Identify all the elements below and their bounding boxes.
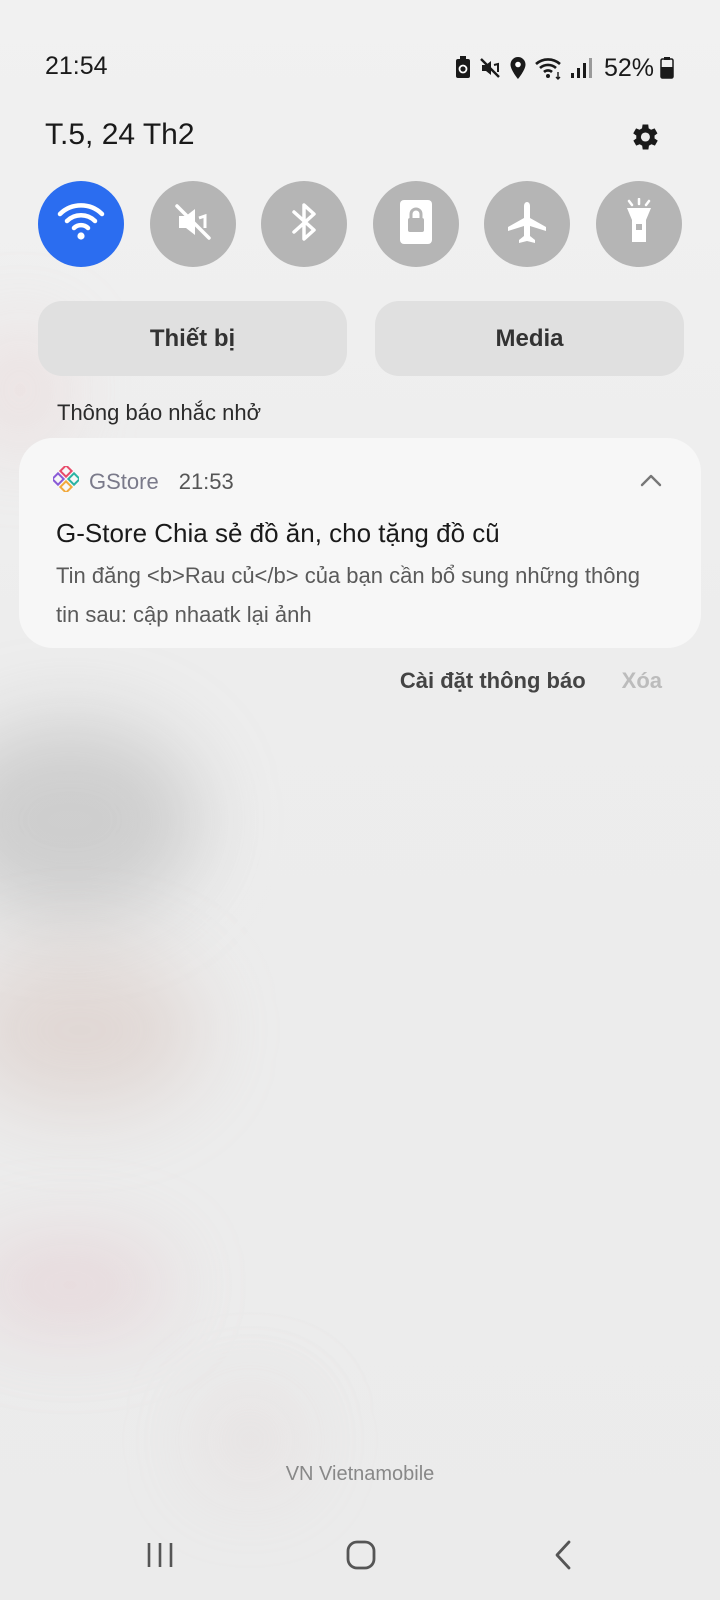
gear-icon[interactable] (625, 118, 663, 156)
airplane-mode-toggle[interactable] (484, 181, 571, 267)
flashlight-icon (621, 197, 657, 251)
notification-app-name: GStore (89, 468, 159, 494)
notification-body: Tin đăng <b>Rau củ</b> của bạn cần bổ su… (56, 563, 640, 627)
battery-percent: 52% (603, 53, 654, 82)
carrier-label: VN Vietnamobile (285, 1463, 435, 1485)
media-button[interactable]: Media (375, 301, 684, 376)
notification-card[interactable]: GStore 21:53 G-Store Chia sẻ đồ ăn, cho … (19, 438, 701, 648)
navigation-bar (0, 1520, 720, 1600)
bluetooth-icon (286, 200, 322, 249)
devices-button[interactable]: Thiết bị (38, 301, 347, 376)
rotation-lock-toggle[interactable] (372, 181, 459, 267)
battery-saver-icon (454, 54, 472, 82)
sound-toggle[interactable] (149, 181, 236, 267)
flashlight-toggle[interactable] (595, 181, 682, 267)
notification-actions: Cài đặt thông báo Xóa (400, 668, 662, 694)
airplane-icon (503, 198, 551, 251)
date-label: T.5, 24 Th2 (45, 118, 195, 151)
battery-icon (660, 54, 674, 82)
status-icons: 52% (454, 52, 674, 84)
chevron-up-icon[interactable] (635, 464, 667, 496)
back-icon (552, 1539, 574, 1576)
clear-button[interactable]: Xóa (622, 668, 662, 694)
recents-button[interactable] (130, 1532, 190, 1582)
location-icon (508, 54, 528, 82)
lock-icon (396, 198, 436, 251)
wifi-icon (534, 54, 564, 82)
signal-icon (570, 54, 592, 82)
status-bar: 21:54 52% (0, 0, 720, 120)
back-button[interactable] (533, 1532, 593, 1582)
notification-section-label: Thông báo nhắc nhở (57, 400, 262, 425)
bluetooth-toggle[interactable] (261, 181, 348, 267)
home-icon (345, 1539, 377, 1576)
notification-header: GStore 21:53 (50, 463, 234, 497)
mute-icon (478, 54, 502, 82)
recents-icon (145, 1541, 175, 1574)
mute-icon (171, 200, 215, 249)
wifi-icon (56, 200, 106, 249)
home-button[interactable] (331, 1532, 391, 1582)
notification-title: G-Store Chia sẻ đồ ăn, cho tặng đồ cũ (56, 518, 500, 548)
notification-settings-button[interactable]: Cài đặt thông báo (400, 668, 586, 694)
quick-toggles (38, 181, 682, 267)
status-time: 21:54 (45, 52, 108, 80)
notification-time: 21:53 (178, 468, 234, 494)
wifi-toggle[interactable] (38, 181, 124, 267)
gstore-app-icon (50, 463, 82, 497)
panel-buttons: Thiết bị Media (38, 301, 684, 376)
